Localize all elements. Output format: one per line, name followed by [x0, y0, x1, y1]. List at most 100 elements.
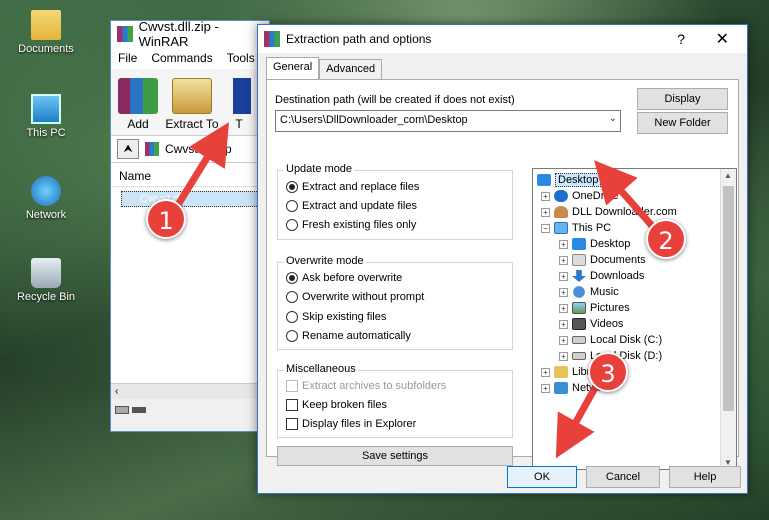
tree-item-pictures[interactable]: + Pictures — [559, 300, 630, 316]
folder-tree[interactable]: Desktop + OneDrive + DLL Downloader.com − T… — [532, 168, 737, 470]
radio-skip-existing[interactable]: Skip existing files — [286, 311, 386, 323]
update-mode-group: Update mode Extract and replace files Ex… — [277, 163, 513, 240]
add-label: Add — [127, 117, 149, 131]
checkbox-display-in-explorer[interactable]: Display files in Explorer — [286, 418, 416, 430]
radio-fresh-existing[interactable]: Fresh existing files only — [286, 219, 416, 231]
ok-button[interactable]: OK — [507, 466, 577, 488]
tree-item-downloads[interactable]: + Downloads — [559, 268, 644, 284]
radio-selected-icon — [286, 272, 298, 284]
collapse-icon[interactable]: − — [541, 223, 550, 233]
checkbox-keep-broken-files[interactable]: Keep broken files — [286, 399, 387, 411]
column-name-header[interactable]: Name — [111, 163, 269, 187]
expand-icon[interactable]: + — [559, 271, 568, 281]
expand-icon[interactable]: + — [541, 383, 550, 393]
tree-scrollbar[interactable]: ▲ ▼ — [720, 169, 736, 469]
checkbox-icon — [286, 399, 298, 411]
option-label: Extract archives to subfolders — [302, 380, 447, 392]
tree-item-desktop[interactable]: Desktop — [537, 172, 602, 188]
chevron-down-icon[interactable]: ⌄ — [609, 113, 617, 124]
overwrite-mode-group: Overwrite mode Ask before overwrite Over… — [277, 255, 513, 350]
radio-extract-replace[interactable]: Extract and replace files — [286, 181, 419, 193]
tree-item-user[interactable]: + DLL Downloader.com — [541, 204, 677, 220]
expand-icon[interactable]: + — [541, 207, 550, 217]
desktop-icon-documents[interactable]: Documents — [8, 10, 84, 55]
extract-to-button[interactable]: Extract To — [165, 78, 219, 131]
desktop-icon-recycle-bin[interactable]: Recycle Bin — [8, 258, 84, 303]
user-folder-icon — [554, 206, 568, 218]
menu-tools[interactable]: Tools — [220, 51, 262, 65]
horizontal-scrollbar[interactable]: ‹ — [111, 383, 269, 399]
up-folder-button[interactable]: ⮝ — [117, 139, 139, 159]
tree-item-local-disk-c[interactable]: + Local Disk (C:) — [559, 332, 662, 348]
menu-file[interactable]: File — [111, 51, 144, 65]
radio-overwrite-without-prompt[interactable]: Overwrite without prompt — [286, 291, 424, 303]
desktop-icon-this-pc[interactable]: This PC — [8, 94, 84, 139]
folder-icon — [31, 10, 61, 40]
destination-path-value: C:\Users\DllDownloader_com\Desktop — [280, 114, 468, 126]
radio-ask-before-overwrite[interactable]: Ask before overwrite — [286, 272, 402, 284]
expand-icon[interactable]: + — [541, 367, 550, 377]
expand-icon[interactable]: + — [541, 191, 550, 201]
update-mode-title: Update mode — [284, 163, 355, 175]
overwrite-mode-title: Overwrite mode — [284, 255, 366, 267]
downloads-icon — [572, 270, 586, 282]
dialog-titlebar: Extraction path and options ? ✕ — [258, 25, 747, 53]
radio-rename-automatically[interactable]: Rename automatically — [286, 330, 411, 342]
tree-item-onedrive[interactable]: + OneDrive — [541, 188, 618, 204]
test-button[interactable]: T — [219, 78, 259, 131]
checkbox-icon — [286, 380, 298, 392]
cancel-button[interactable]: Cancel — [586, 466, 660, 488]
winrar-menubar: File Commands Tools — [111, 47, 269, 69]
expand-icon[interactable]: + — [559, 255, 568, 265]
expand-icon[interactable]: + — [559, 303, 568, 313]
expand-icon[interactable]: + — [559, 335, 568, 345]
help-button[interactable]: Help — [669, 466, 741, 488]
tree-item-label: DLL Downloader.com — [572, 206, 677, 218]
archive-icon — [145, 142, 159, 156]
tab-advanced[interactable]: Advanced — [319, 59, 383, 79]
tree-item-label: OneDrive — [572, 190, 619, 202]
save-settings-button[interactable]: Save settings — [277, 446, 513, 466]
radio-selected-icon — [286, 181, 298, 193]
miscellaneous-title: Miscellaneous — [284, 363, 358, 375]
network-icon — [554, 382, 568, 394]
radio-icon — [286, 330, 298, 342]
desktop-icon-label: This PC — [26, 127, 66, 139]
step-2-badge: 2 — [646, 219, 686, 259]
hard-drive-icon — [572, 336, 586, 344]
radio-extract-update[interactable]: Extract and update files — [286, 200, 417, 212]
scroll-thumb[interactable] — [723, 186, 734, 411]
tree-item-label: This PC — [572, 222, 612, 234]
libraries-icon — [554, 366, 568, 378]
new-folder-button[interactable]: New Folder — [637, 112, 728, 134]
computer-icon — [554, 222, 568, 234]
help-title-button[interactable]: ? — [677, 31, 685, 47]
display-button[interactable]: Display — [637, 88, 728, 110]
add-button[interactable]: Add — [111, 78, 165, 131]
tree-item-videos[interactable]: + Videos — [559, 316, 623, 332]
tab-general[interactable]: General — [266, 57, 320, 79]
tree-item-this-pc[interactable]: − This PC — [541, 220, 611, 236]
documents-icon — [572, 254, 586, 266]
tree-item-label: Pictures — [590, 302, 630, 314]
expand-icon[interactable]: + — [559, 239, 568, 249]
desktop-icon-network[interactable]: Network — [8, 176, 84, 221]
tree-item-label: Videos — [590, 318, 624, 330]
tree-item-documents[interactable]: + Documents — [559, 252, 646, 268]
tree-item-label: Local Disk (C:) — [590, 334, 663, 346]
winrar-toolbar: Add Extract To T — [111, 69, 269, 135]
scroll-up-icon[interactable]: ▲ — [724, 171, 732, 180]
tree-item-music[interactable]: + Music — [559, 284, 619, 300]
expand-icon[interactable]: + — [559, 287, 568, 297]
desktop-folder-icon — [572, 238, 586, 250]
option-label: Display files in Explorer — [302, 418, 417, 430]
expand-icon[interactable]: + — [559, 351, 568, 361]
tree-item-pc-desktop[interactable]: + Desktop — [559, 236, 630, 252]
expand-icon[interactable]: + — [559, 319, 568, 329]
menu-commands[interactable]: Commands — [144, 51, 219, 65]
close-icon[interactable]: ✕ — [716, 29, 729, 49]
file-row[interactable]: Cwvst.dll — [121, 191, 261, 207]
computer-icon — [31, 94, 61, 124]
checkbox-icon — [286, 418, 298, 430]
destination-path-input[interactable]: C:\Users\DllDownloader_com\Desktop ⌄ — [275, 110, 621, 132]
